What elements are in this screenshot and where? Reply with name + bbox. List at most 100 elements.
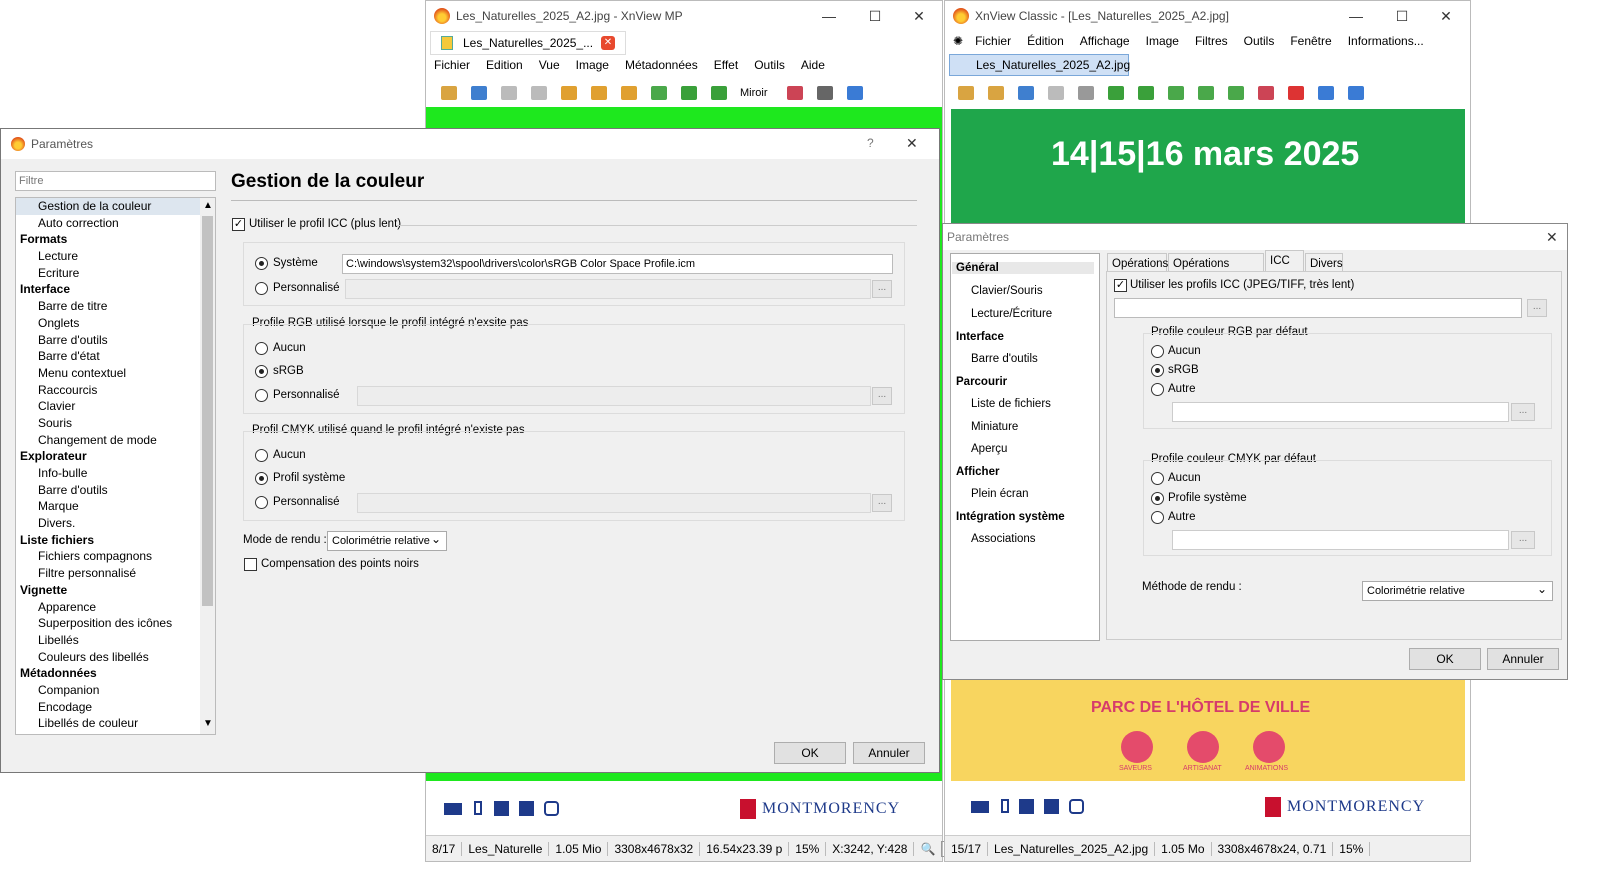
system-radio[interactable] bbox=[255, 257, 268, 270]
export-icon[interactable] bbox=[647, 82, 671, 104]
tree-item[interactable]: Lecture bbox=[16, 248, 200, 265]
filter-input[interactable]: Filtre bbox=[15, 171, 216, 191]
mp-menu-image[interactable]: Image bbox=[568, 58, 617, 72]
classic-tree-category[interactable]: Parcourir bbox=[956, 376, 1007, 388]
mirror-button[interactable]: Miroir bbox=[740, 87, 768, 99]
classic-cmyk-other-radio[interactable] bbox=[1151, 511, 1164, 524]
tree-item[interactable]: Companion bbox=[16, 682, 200, 699]
classic-menu-affichage[interactable]: Affichage bbox=[1072, 34, 1138, 48]
tree-item[interactable]: Libellés bbox=[16, 632, 200, 649]
tree-item[interactable]: Apparence bbox=[16, 599, 200, 616]
classic-image-tab[interactable]: Les_Naturelles_2025_A2.jpg bbox=[949, 54, 1130, 76]
scroll-up-icon[interactable]: ▲ bbox=[203, 200, 213, 211]
cmyk-none-radio[interactable] bbox=[255, 449, 268, 462]
use-icc-checkbox[interactable]: ✓ bbox=[232, 218, 245, 231]
classic-minimize-button[interactable]: — bbox=[1333, 1, 1379, 31]
tab-close-icon[interactable]: ✕ bbox=[601, 36, 615, 50]
classic-crop-icon[interactable] bbox=[1074, 82, 1098, 104]
mp-menu-vue[interactable]: Vue bbox=[531, 58, 568, 72]
classic-menu-app-icon[interactable]: ✺ bbox=[945, 34, 967, 48]
classic-tab[interactable]: ICC bbox=[1265, 250, 1304, 272]
close-button[interactable]: ✕ bbox=[896, 1, 942, 31]
classic-menu-outils[interactable]: Outils bbox=[1236, 34, 1283, 48]
tree-item[interactable]: Encodage bbox=[16, 699, 200, 716]
classic-use-icc-checkbox[interactable]: ✓ bbox=[1114, 279, 1127, 292]
help-button[interactable]: ? bbox=[867, 136, 874, 150]
cmyk-browse-button[interactable]: ... bbox=[872, 494, 892, 512]
classic-menu-filtres[interactable]: Filtres bbox=[1187, 34, 1236, 48]
tree-item[interactable]: Superposition des icônes bbox=[16, 615, 200, 632]
undo-icon[interactable] bbox=[497, 82, 521, 104]
classic-effects-icon[interactable] bbox=[1284, 82, 1308, 104]
classic-tree-item[interactable]: Aperçu bbox=[971, 443, 1007, 455]
classic-tree-item[interactable]: Miniature bbox=[971, 421, 1018, 433]
custom-browse-button[interactable]: ... bbox=[872, 280, 892, 298]
classic-tree-item[interactable]: Associations bbox=[971, 533, 1036, 545]
classic-cancel-button[interactable]: Annuler bbox=[1487, 648, 1559, 670]
classic-tree-item[interactable]: Barre d'outils bbox=[971, 353, 1038, 365]
mp-settings-close-button[interactable]: ✕ bbox=[906, 135, 918, 152]
rgb-none-radio[interactable] bbox=[255, 342, 268, 355]
classic-tree-category[interactable]: Afficher bbox=[956, 466, 999, 478]
classic-export-icon[interactable] bbox=[1224, 82, 1248, 104]
classic-rgb-srgb-radio[interactable] bbox=[1151, 364, 1164, 377]
classic-rgb-none-radio[interactable] bbox=[1151, 345, 1164, 358]
classic-undo-icon[interactable] bbox=[1044, 82, 1068, 104]
mp-menu-outils[interactable]: Outils bbox=[746, 58, 793, 72]
color-adjust-icon[interactable] bbox=[783, 82, 807, 104]
classic-menu-fenetre[interactable]: Fenêtre bbox=[1282, 34, 1339, 48]
classic-save-icon[interactable] bbox=[1014, 82, 1038, 104]
classic-forward-icon[interactable] bbox=[1194, 82, 1218, 104]
tree-item[interactable]: Barre de titre bbox=[16, 298, 200, 315]
tree-item[interactable]: Auto correction bbox=[16, 215, 200, 232]
classic-maximize-button[interactable]: ☐ bbox=[1379, 1, 1425, 31]
classic-zoom-in-icon[interactable] bbox=[1314, 82, 1338, 104]
zoom-out-icon[interactable]: 🔍 bbox=[914, 842, 941, 856]
mp-menu-aide[interactable]: Aide bbox=[793, 58, 833, 72]
classic-tree-category[interactable]: Intégration système bbox=[956, 511, 1065, 523]
classic-rgb-browse-button[interactable]: ... bbox=[1511, 403, 1535, 421]
classic-menu-informations[interactable]: Informations... bbox=[1340, 34, 1432, 48]
classic-tree-item[interactable]: Liste de fichiers bbox=[971, 398, 1051, 410]
tree-category[interactable]: Interface bbox=[16, 281, 200, 298]
redo-icon[interactable] bbox=[527, 82, 551, 104]
classic-cmyk-none-radio[interactable] bbox=[1151, 472, 1164, 485]
tree-item[interactable]: Souris bbox=[16, 415, 200, 432]
classic-menu-fichier[interactable]: Fichier bbox=[967, 34, 1019, 48]
classic-tree-category[interactable]: Interface bbox=[956, 331, 1004, 343]
tree-item[interactable]: Barre d'outils bbox=[16, 332, 200, 349]
tree-item[interactable]: Ecriture bbox=[16, 265, 200, 282]
custom-radio[interactable] bbox=[255, 282, 268, 295]
minimize-button[interactable]: — bbox=[806, 1, 852, 31]
classic-menu-edition[interactable]: Édition bbox=[1019, 34, 1072, 48]
classic-tree-item[interactable]: Plein écran bbox=[971, 488, 1029, 500]
tree-item[interactable]: Raccourcis bbox=[16, 382, 200, 399]
rotate-left-icon[interactable] bbox=[677, 82, 701, 104]
tree-item[interactable]: Clavier bbox=[16, 398, 200, 415]
tree-item[interactable]: Divers. bbox=[16, 515, 200, 532]
resize-icon[interactable] bbox=[617, 82, 641, 104]
rgb-custom-radio[interactable] bbox=[255, 389, 268, 402]
classic-settings-close-button[interactable]: ✕ bbox=[1546, 224, 1558, 250]
tree-item[interactable]: Filtre personnalisé bbox=[16, 565, 200, 582]
classic-icc-path-field[interactable] bbox=[1114, 298, 1522, 318]
save-icon[interactable] bbox=[467, 82, 491, 104]
tree-item[interactable]: Marque bbox=[16, 498, 200, 515]
mp-menu-edition[interactable]: Edition bbox=[478, 58, 531, 72]
rgb-browse-button[interactable]: ... bbox=[872, 387, 892, 405]
system-path-field[interactable]: C:\windows\system32\spool\drivers\color\… bbox=[342, 254, 893, 274]
mp-image-tab[interactable]: Les_Naturelles_2025_... ✕ bbox=[430, 31, 626, 55]
classic-up-icon[interactable] bbox=[1164, 82, 1188, 104]
black-points-checkbox[interactable] bbox=[244, 558, 257, 571]
classic-open-icon[interactable] bbox=[984, 82, 1008, 104]
classic-cmyk-browse-button[interactable]: ... bbox=[1511, 531, 1535, 549]
classic-close-button[interactable]: ✕ bbox=[1423, 1, 1469, 31]
mp-menu-effet[interactable]: Effet bbox=[706, 58, 746, 72]
classic-rotate-left-icon[interactable] bbox=[1104, 82, 1128, 104]
classic-tree-item[interactable]: Lecture/Écriture bbox=[971, 308, 1052, 320]
tree-item[interactable]: Barre d'outils bbox=[16, 482, 200, 499]
tree-item[interactable]: Gestion de la couleur bbox=[16, 198, 200, 215]
classic-zoom-fit-icon[interactable] bbox=[1344, 82, 1368, 104]
tree-category[interactable]: Vignette bbox=[16, 582, 200, 599]
scroll-thumb[interactable] bbox=[202, 216, 213, 606]
